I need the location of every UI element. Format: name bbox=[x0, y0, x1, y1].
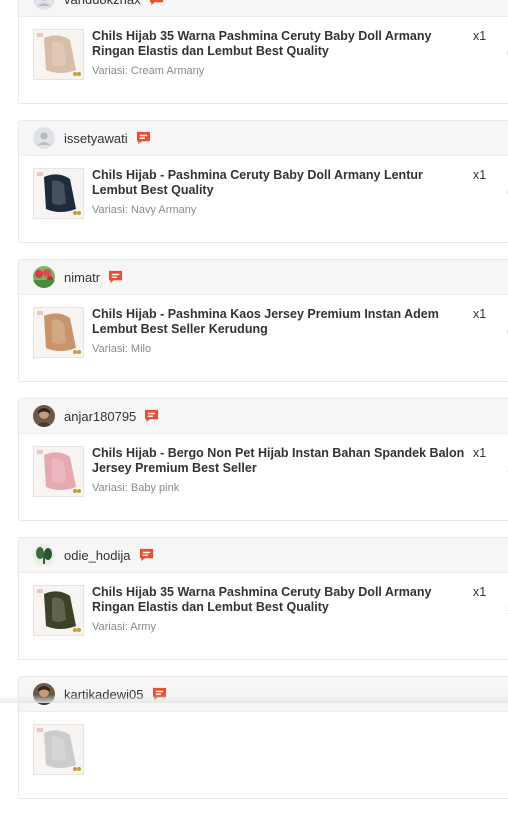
buyer-username[interactable]: anjar180795 bbox=[64, 409, 136, 424]
user-icon[interactable] bbox=[33, 127, 55, 149]
product-name[interactable]: Chils Hijab 35 Warna Pashmina Ceruty Bab… bbox=[92, 585, 470, 615]
order-item bbox=[19, 712, 508, 798]
order-header: odie_hodija bbox=[19, 538, 508, 573]
product-variation: Variasi: Baby pink bbox=[92, 482, 179, 494]
buyer-username[interactable]: nimatr bbox=[64, 270, 100, 285]
buyer-username[interactable]: issetyawati bbox=[64, 131, 128, 146]
user-icon[interactable] bbox=[33, 0, 55, 10]
chat-icon[interactable] bbox=[139, 548, 154, 562]
product-variation: Variasi: Milo bbox=[92, 343, 151, 355]
product-thumbnail[interactable] bbox=[33, 585, 84, 636]
product-thumbnail[interactable] bbox=[33, 446, 84, 497]
order-item: Chils Hijab - Pashmina Kaos Jersey Premi… bbox=[19, 295, 508, 381]
order-item: Chils Hijab - Bergo Non Pet Hijab Instan… bbox=[19, 434, 508, 520]
chat-icon[interactable] bbox=[136, 131, 151, 145]
product-name[interactable]: Chils Hijab - Bergo Non Pet Hijab Instan… bbox=[92, 446, 470, 476]
item-quantity: x1 bbox=[473, 585, 486, 599]
product-thumbnail[interactable] bbox=[33, 724, 84, 775]
avatar[interactable] bbox=[33, 266, 55, 288]
product-thumbnail[interactable] bbox=[33, 307, 84, 358]
item-quantity: x1 bbox=[473, 307, 486, 321]
order-card: nimatr Chils Hijab - Pashmina Kaos Jerse… bbox=[18, 259, 508, 382]
item-quantity: x1 bbox=[473, 168, 486, 182]
product-name[interactable]: Chils Hijab - Pashmina Ceruty Baby Doll … bbox=[92, 168, 470, 198]
order-item: Chils Hijab 35 Warna Pashmina Ceruty Bab… bbox=[19, 573, 508, 659]
item-quantity: x1 bbox=[473, 446, 486, 460]
chat-icon[interactable] bbox=[108, 270, 123, 284]
product-variation: Variasi: Army bbox=[92, 621, 156, 633]
product-variation: Variasi: Cream Armany bbox=[92, 65, 204, 77]
product-variation: Variasi: Navy Armany bbox=[92, 204, 196, 216]
product-name[interactable]: Chils Hijab 35 Warna Pashmina Ceruty Bab… bbox=[92, 29, 470, 59]
order-header: anjar180795 bbox=[19, 399, 508, 434]
product-thumbnail[interactable] bbox=[33, 168, 84, 219]
scroll-fade bbox=[0, 695, 508, 703]
order-header: nimatr bbox=[19, 260, 508, 295]
product-name[interactable]: Chils Hijab - Pashmina Kaos Jersey Premi… bbox=[92, 307, 470, 337]
order-header: issetyawati bbox=[19, 121, 508, 156]
order-card: odie_hodija Chils Hijab 35 Warna Pashmin… bbox=[18, 537, 508, 660]
chat-icon[interactable] bbox=[144, 409, 159, 423]
order-card: issetyawati Chils Hijab - Pashmina Cerut… bbox=[18, 120, 508, 243]
avatar[interactable] bbox=[33, 544, 55, 566]
order-item: Chils Hijab - Pashmina Ceruty Baby Doll … bbox=[19, 156, 508, 242]
avatar[interactable] bbox=[33, 405, 55, 427]
order-list: vandu8kznax Chils Hijab 35 Warna Pashmin… bbox=[0, 0, 508, 815]
chat-icon[interactable] bbox=[149, 0, 164, 6]
order-header: vandu8kznax bbox=[19, 0, 508, 17]
order-card: vandu8kznax Chils Hijab 35 Warna Pashmin… bbox=[18, 0, 508, 104]
product-thumbnail[interactable] bbox=[33, 29, 84, 80]
order-card: anjar180795 Chils Hijab - Bergo Non Pet … bbox=[18, 398, 508, 521]
buyer-username[interactable]: vandu8kznax bbox=[64, 0, 141, 7]
order-item: Chils Hijab 35 Warna Pashmina Ceruty Bab… bbox=[19, 17, 508, 103]
buyer-username[interactable]: odie_hodija bbox=[64, 548, 131, 563]
item-quantity: x1 bbox=[473, 29, 486, 43]
